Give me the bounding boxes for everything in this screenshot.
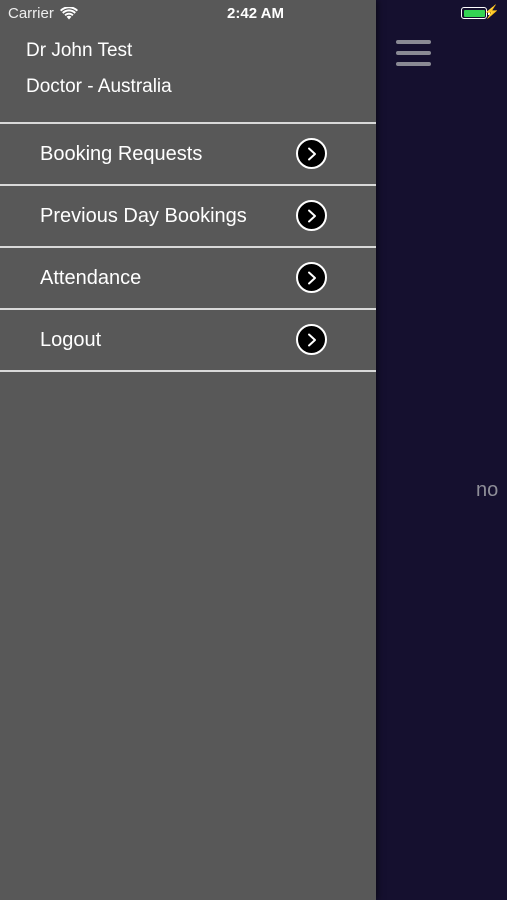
menu-item-label: Attendance bbox=[40, 266, 142, 289]
menu-item-label: Logout bbox=[40, 328, 102, 351]
side-drawer: Dr John Test Doctor - Australia Booking … bbox=[0, 0, 376, 900]
profile-name: Dr John Test bbox=[26, 40, 133, 61]
clock: 2:42 AM bbox=[227, 5, 284, 22]
hamburger-icon[interactable] bbox=[396, 40, 431, 66]
charging-icon: ⚡ bbox=[483, 4, 500, 19]
menu-item-logout[interactable]: Logout bbox=[0, 308, 376, 372]
chevron-right-circle-icon[interactable] bbox=[296, 262, 327, 293]
status-bar: Carrier 2:42 AM ⚡ bbox=[0, 0, 507, 28]
menu-item-attendance[interactable]: Attendance bbox=[0, 246, 376, 308]
drawer-menu: Booking Requests Previous Day Bookings A… bbox=[0, 122, 376, 372]
content-text: no bbox=[476, 479, 499, 501]
menu-item-booking-requests[interactable]: Booking Requests bbox=[0, 122, 376, 184]
menu-item-label: Booking Requests bbox=[40, 142, 203, 165]
chevron-right-circle-icon[interactable] bbox=[296, 200, 327, 231]
menu-item-previous-day-bookings[interactable]: Previous Day Bookings bbox=[0, 184, 376, 246]
chevron-right-circle-icon[interactable] bbox=[296, 138, 327, 169]
menu-item-label: Previous Day Bookings bbox=[40, 204, 247, 227]
chevron-right-circle-icon[interactable] bbox=[296, 324, 327, 355]
profile-role: Doctor - Australia bbox=[26, 76, 172, 97]
